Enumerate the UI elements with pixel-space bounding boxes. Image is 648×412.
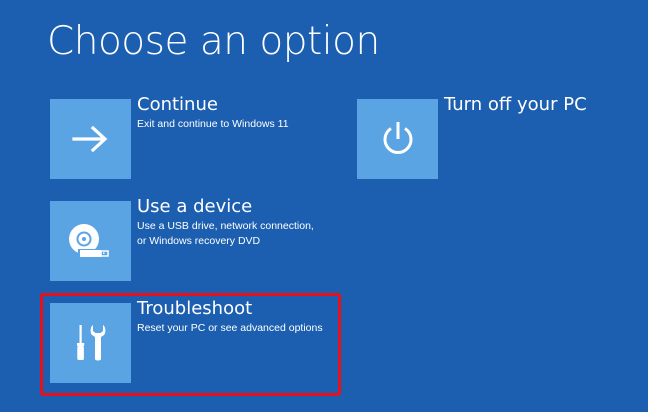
page-title: Choose an option: [47, 19, 380, 64]
continue-text[interactable]: Continue Exit and continue to Windows 11: [137, 93, 289, 132]
turn-off-text[interactable]: Turn off your PC: [444, 93, 587, 117]
use-device-tile[interactable]: [50, 201, 131, 281]
turn-off-tile[interactable]: [357, 99, 438, 179]
troubleshoot-text[interactable]: Troubleshoot Reset your PC or see advanc…: [137, 297, 323, 336]
arrow-right-icon: [71, 125, 107, 153]
disc-usb-icon: [68, 224, 109, 258]
use-device-label: Use a device: [137, 196, 253, 217]
continue-label: Continue: [137, 94, 218, 115]
screwdriver-wrench-icon: [76, 325, 105, 361]
troubleshoot-option[interactable]: Troubleshoot Reset your PC or see advanc…: [50, 298, 323, 383]
turn-off-label: Turn off your PC: [444, 94, 587, 115]
troubleshoot-tile[interactable]: [50, 303, 131, 383]
continue-description: Exit and continue to Windows 11: [137, 118, 289, 130]
continue-tile[interactable]: [50, 99, 131, 179]
turn-off-option[interactable]: Turn off your PC: [357, 94, 587, 179]
use-device-text[interactable]: Use a device Use a USB drive, network co…: [137, 195, 314, 249]
power-icon: [383, 122, 412, 154]
use-device-description-line-2: or Windows recovery DVD: [137, 235, 261, 247]
continue-option[interactable]: Continue Exit and continue to Windows 11: [50, 94, 289, 179]
troubleshoot-description: Reset your PC or see advanced options: [137, 322, 323, 334]
use-device-option[interactable]: Use a device Use a USB drive, network co…: [50, 196, 314, 281]
troubleshoot-label: Troubleshoot: [137, 298, 253, 319]
use-device-description-line-1: Use a USB drive, network connection,: [137, 220, 314, 232]
